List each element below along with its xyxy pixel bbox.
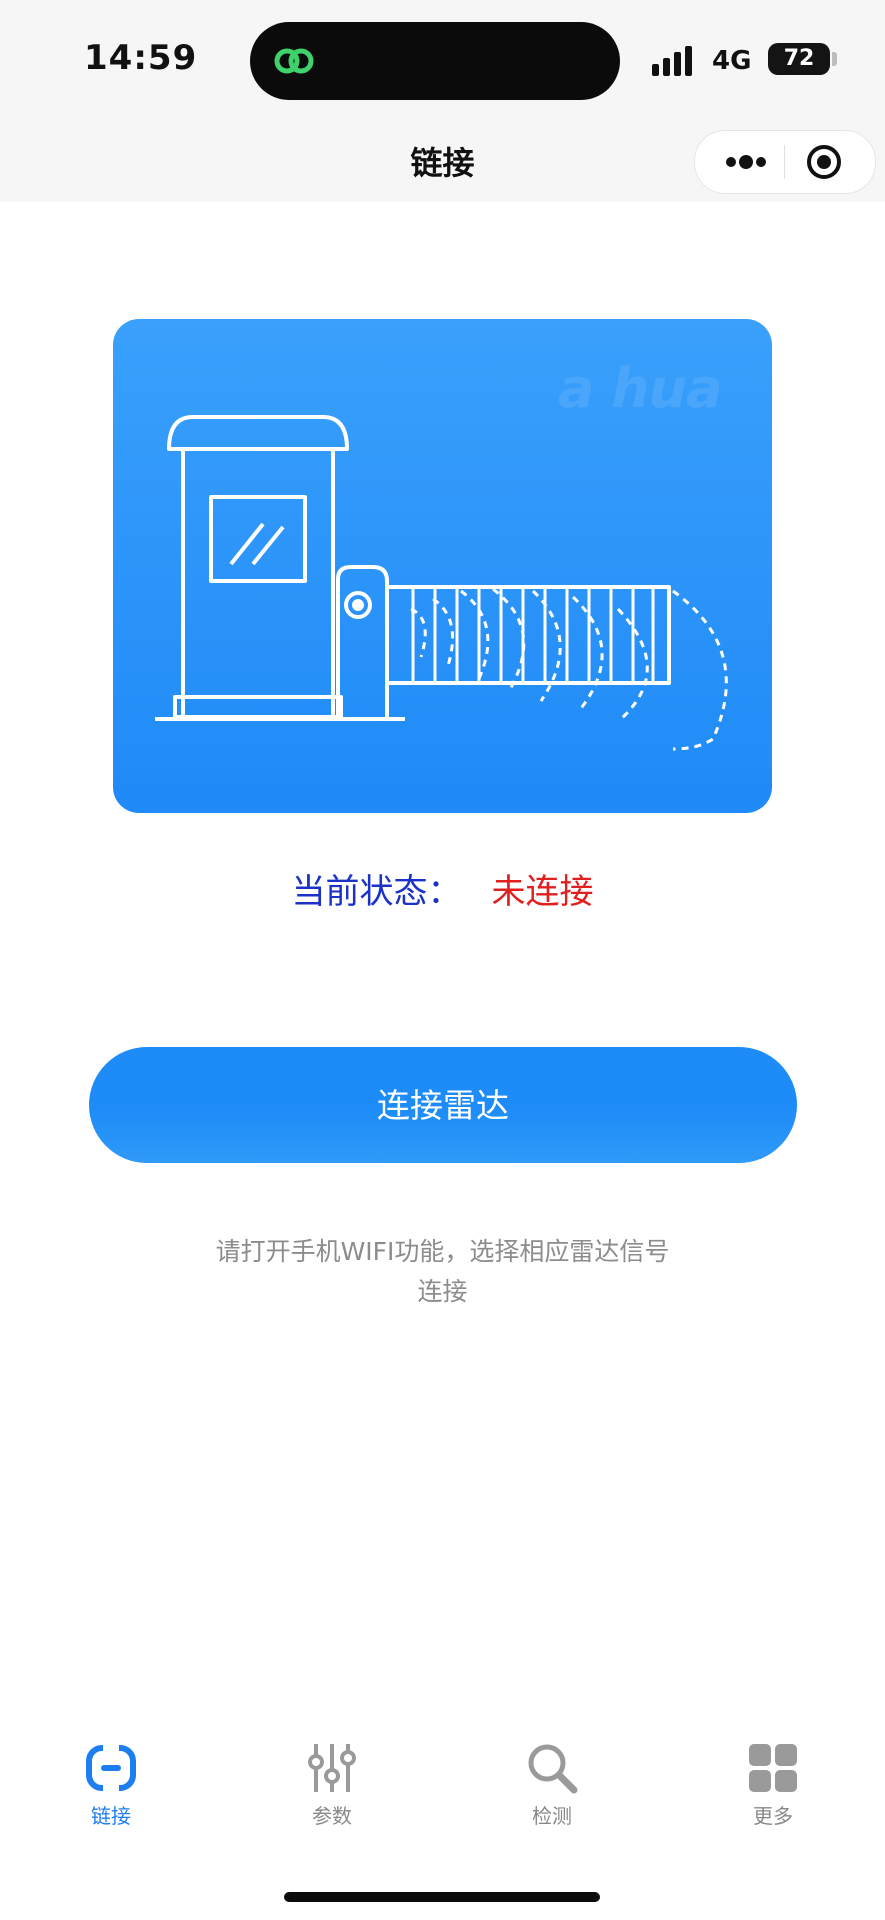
target-close-icon[interactable]: [805, 143, 843, 181]
search-icon: [528, 1744, 578, 1794]
tab-detect-label: 检测: [532, 1804, 572, 1828]
signal-icon: [652, 46, 692, 76]
wifi-hint-text: 请打开手机WIFI功能，选择相应雷达信号连接: [215, 1237, 670, 1306]
wechat-mini-program-icon: [274, 48, 314, 74]
home-indicator: [284, 1892, 600, 1902]
status-bar: 14:59 4G 72: [0, 0, 885, 120]
battery-cap: [832, 52, 837, 66]
nav-bar: 链接: [0, 120, 885, 202]
mini-program-capsule: [694, 130, 876, 194]
tab-link-label: 链接: [91, 1804, 131, 1828]
tab-more[interactable]: 更多: [713, 1740, 833, 1829]
tab-params-label: 参数: [312, 1804, 352, 1828]
parking-barrier-radar-illustration: [155, 415, 728, 751]
tab-more-label: 更多: [753, 1804, 793, 1828]
tab-link[interactable]: 链接: [51, 1740, 171, 1829]
connect-radar-button[interactable]: 连接雷达: [89, 1047, 797, 1163]
hero-card: a hua: [113, 319, 772, 813]
connection-status: 当前状态： 未连接: [0, 864, 885, 913]
sliders-icon: [308, 1744, 356, 1792]
status-label: 当前状态：: [291, 872, 462, 912]
more-dots-icon[interactable]: [723, 147, 769, 177]
capsule-divider: [784, 145, 785, 179]
grid-icon: [749, 1744, 797, 1792]
battery-level: 72: [783, 46, 815, 71]
status-value: 未连接: [491, 872, 594, 912]
dynamic-island: [250, 22, 620, 100]
tab-params[interactable]: 参数: [272, 1740, 392, 1829]
battery-icon: 72: [768, 43, 830, 75]
link-icon: [86, 1740, 136, 1796]
network-type: 4G: [712, 46, 752, 76]
tab-bar: 链接 参数 检测 更多: [0, 1740, 885, 1860]
tab-detect[interactable]: 检测: [492, 1740, 612, 1829]
status-time: 14:59: [84, 38, 198, 78]
